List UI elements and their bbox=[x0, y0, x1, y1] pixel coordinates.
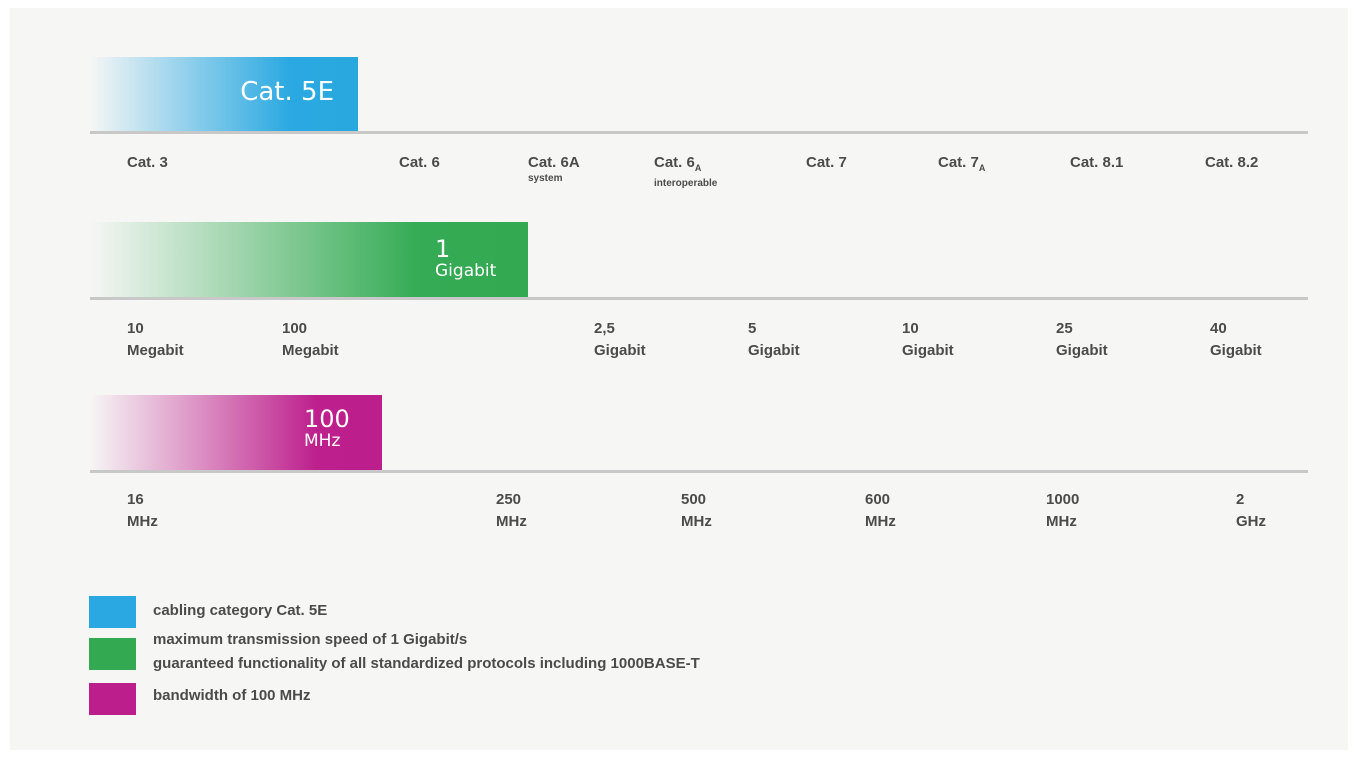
category-bar: Cat. 5E bbox=[90, 57, 358, 132]
bandwidth-axis bbox=[90, 470, 1308, 473]
legend-text: bandwidth of 100 MHz bbox=[153, 687, 311, 704]
category-tick: Cat. 6A system bbox=[528, 154, 580, 184]
legend-text: maximum transmission speed of 1 Gigabit/… bbox=[153, 631, 468, 648]
bandwidth-tick: 1000 MHz bbox=[1046, 491, 1080, 530]
speed-tick: 5 Gigabit bbox=[748, 320, 800, 359]
category-bar-label: Cat. 5E bbox=[240, 77, 334, 107]
bandwidth-tick: 16 MHz bbox=[127, 491, 158, 530]
bandwidth-bar: 100 MHz bbox=[90, 395, 382, 470]
legend-swatch-green bbox=[89, 638, 136, 670]
speed-tick: 40 Gigabit bbox=[1210, 320, 1262, 359]
speed-tick: 2,5 Gigabit bbox=[594, 320, 646, 359]
bandwidth-tick: 500 MHz bbox=[681, 491, 712, 530]
category-tick: Cat. 8.1 bbox=[1070, 154, 1124, 171]
bandwidth-tick: 600 MHz bbox=[865, 491, 896, 530]
speed-bar: 1 Gigabit bbox=[90, 222, 528, 298]
speed-bar-label: 1 Gigabit bbox=[435, 235, 497, 281]
bandwidth-bar-label: 100 MHz bbox=[304, 405, 350, 451]
category-tick: Cat. 3 bbox=[127, 154, 168, 171]
legend-text: cabling category Cat. 5E bbox=[153, 602, 328, 619]
category-tick: Cat. 6 bbox=[399, 154, 440, 171]
category-tick: Cat. 7A bbox=[938, 154, 986, 173]
speed-tick: 25 Gigabit bbox=[1056, 320, 1108, 359]
category-tick: Cat. 7 bbox=[806, 154, 847, 171]
category-tick: Cat. 8.2 bbox=[1205, 154, 1259, 171]
bandwidth-tick: 250 MHz bbox=[496, 491, 527, 530]
legend-swatch-blue bbox=[89, 596, 136, 628]
bandwidth-tick: 2 GHz bbox=[1236, 491, 1266, 530]
speed-tick: 10 Gigabit bbox=[902, 320, 954, 359]
category-axis bbox=[90, 131, 1308, 134]
speed-axis bbox=[90, 297, 1308, 300]
legend-text: guaranteed functionality of all standard… bbox=[153, 655, 700, 672]
speed-tick: 100 Megabit bbox=[282, 320, 339, 359]
speed-tick: 10 Megabit bbox=[127, 320, 184, 359]
category-tick: Cat. 6A interoperable bbox=[654, 154, 718, 189]
legend-swatch-magenta bbox=[89, 683, 136, 715]
